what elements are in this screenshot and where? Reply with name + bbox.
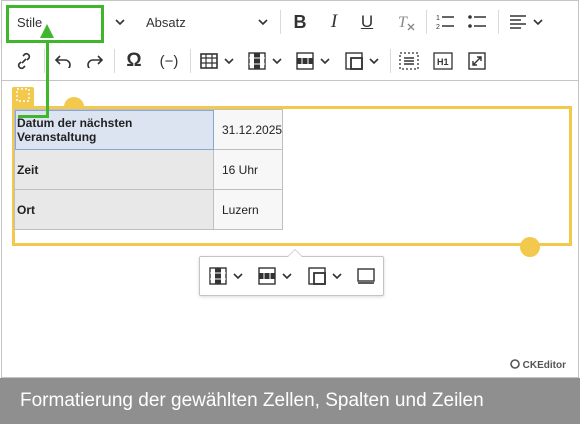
table-cell[interactable]: 31.12.2025 — [212, 109, 284, 150]
table-row-button[interactable] — [292, 46, 334, 76]
chevron-down-icon — [224, 58, 234, 64]
annotation-arrow-line — [18, 115, 49, 118]
toolbar-separator — [114, 49, 115, 73]
link-button[interactable] — [10, 46, 38, 76]
undo-icon — [54, 54, 72, 68]
balloon-column-button[interactable] — [206, 261, 246, 291]
chevron-down-icon — [272, 58, 282, 64]
heading-h1-button[interactable]: H1 — [430, 46, 456, 76]
annotation-arrow-head — [40, 24, 54, 38]
table-row: Datum der nächsten Veranstaltung 31.12.2… — [14, 109, 284, 150]
numbered-list-icon: 12 — [435, 12, 455, 32]
heading-dropdown-label: Absatz — [146, 14, 186, 30]
toolbar-separator — [390, 49, 391, 73]
merge-cells-icon — [345, 52, 363, 70]
ckeditor-brand: CKEditor — [509, 359, 566, 372]
merge-cells-button[interactable] — [340, 46, 384, 76]
chevron-down-icon — [533, 19, 543, 25]
annotation-arrow-line — [46, 40, 49, 116]
underline-button[interactable]: U — [353, 7, 381, 37]
remove-format-button[interactable]: T — [392, 7, 420, 37]
ckeditor-logo-icon — [509, 359, 520, 372]
svg-text:2: 2 — [436, 24, 440, 31]
omega-icon: Ω — [126, 50, 142, 71]
underline-icon: U — [360, 12, 374, 31]
table-column-button[interactable] — [244, 46, 286, 76]
table-select-handle[interactable] — [12, 87, 34, 107]
merge-cells-icon — [308, 267, 326, 285]
show-blocks-icon — [399, 52, 419, 70]
special-characters-button[interactable]: Ω — [120, 46, 148, 76]
fullscreen-icon — [468, 52, 486, 70]
rich-text-editor: Stile Absatz B I U T 12 Ω (−) H1 Datum d… — [1, 0, 579, 378]
toolbar-separator — [44, 49, 45, 73]
table-row: Zeit 16 Uhr — [14, 149, 284, 190]
remove-format-icon: T — [396, 12, 416, 32]
table-contextual-toolbar — [199, 249, 384, 296]
redo-icon — [86, 54, 104, 68]
toolbar-separator — [190, 49, 191, 73]
toolbar-separator — [280, 10, 281, 34]
table-column-icon — [248, 52, 266, 70]
insert-table-button[interactable] — [196, 46, 238, 76]
ckeditor-brand-label: CKEditor — [522, 360, 566, 371]
table-row: Ort Luzern — [14, 189, 284, 230]
alignment-dropdown[interactable] — [504, 7, 548, 37]
table-properties-icon — [357, 268, 375, 284]
chevron-down-icon — [369, 58, 379, 64]
select-table-icon — [16, 87, 30, 107]
balloon-table-properties-button[interactable] — [352, 261, 380, 291]
italic-icon: I — [330, 11, 338, 32]
table-cell[interactable]: Ort — [14, 189, 214, 230]
chevron-down-icon — [332, 273, 342, 279]
table-cell[interactable]: 16 Uhr — [212, 149, 284, 190]
table-column-icon — [209, 267, 227, 285]
table-cell[interactable]: Zeit — [14, 149, 214, 190]
bold-icon: B — [293, 11, 307, 32]
h1-icon: H1 — [433, 52, 453, 70]
table-row-icon — [296, 52, 314, 70]
toolbar-separator — [426, 10, 427, 34]
link-icon — [15, 52, 33, 70]
table-row-icon — [258, 267, 276, 285]
redo-button[interactable] — [82, 46, 108, 76]
caption-bar: Formatierung der gewählten Zellen, Spalt… — [0, 378, 580, 424]
chevron-down-icon — [233, 273, 243, 279]
chevron-down-icon — [282, 273, 292, 279]
show-blocks-button[interactable] — [396, 46, 422, 76]
balloon-merge-cells-button[interactable] — [304, 261, 346, 291]
chevron-down-icon — [115, 19, 125, 25]
chevron-down-icon — [320, 58, 330, 64]
chevron-down-icon — [258, 19, 268, 25]
undo-button[interactable] — [50, 46, 76, 76]
bold-button[interactable]: B — [286, 7, 314, 37]
formula-icon: (−) — [159, 52, 179, 70]
table-icon — [200, 53, 218, 69]
bulleted-list-button[interactable] — [464, 7, 490, 37]
svg-text:H1: H1 — [437, 57, 449, 67]
align-left-icon — [509, 14, 527, 30]
bulleted-list-icon — [467, 12, 487, 32]
caption-text: Formatierung der gewählten Zellen, Spalt… — [20, 390, 484, 411]
resize-handle[interactable] — [520, 237, 540, 257]
svg-text:T: T — [398, 14, 408, 31]
heading-dropdown[interactable]: Absatz — [142, 7, 270, 37]
numbered-list-button[interactable]: 12 — [432, 7, 458, 37]
fullscreen-button[interactable] — [464, 46, 490, 76]
svg-text:1: 1 — [436, 15, 440, 22]
table-cell[interactable]: Luzern — [212, 189, 284, 230]
style-dropdown-highlight — [6, 5, 104, 43]
italic-button[interactable]: I — [320, 7, 348, 37]
balloon-row-button[interactable] — [254, 261, 296, 291]
formula-button[interactable]: (−) — [154, 46, 184, 76]
toolbar-separator — [498, 10, 499, 34]
event-table: Datum der nächsten Veranstaltung 31.12.2… — [14, 109, 284, 230]
